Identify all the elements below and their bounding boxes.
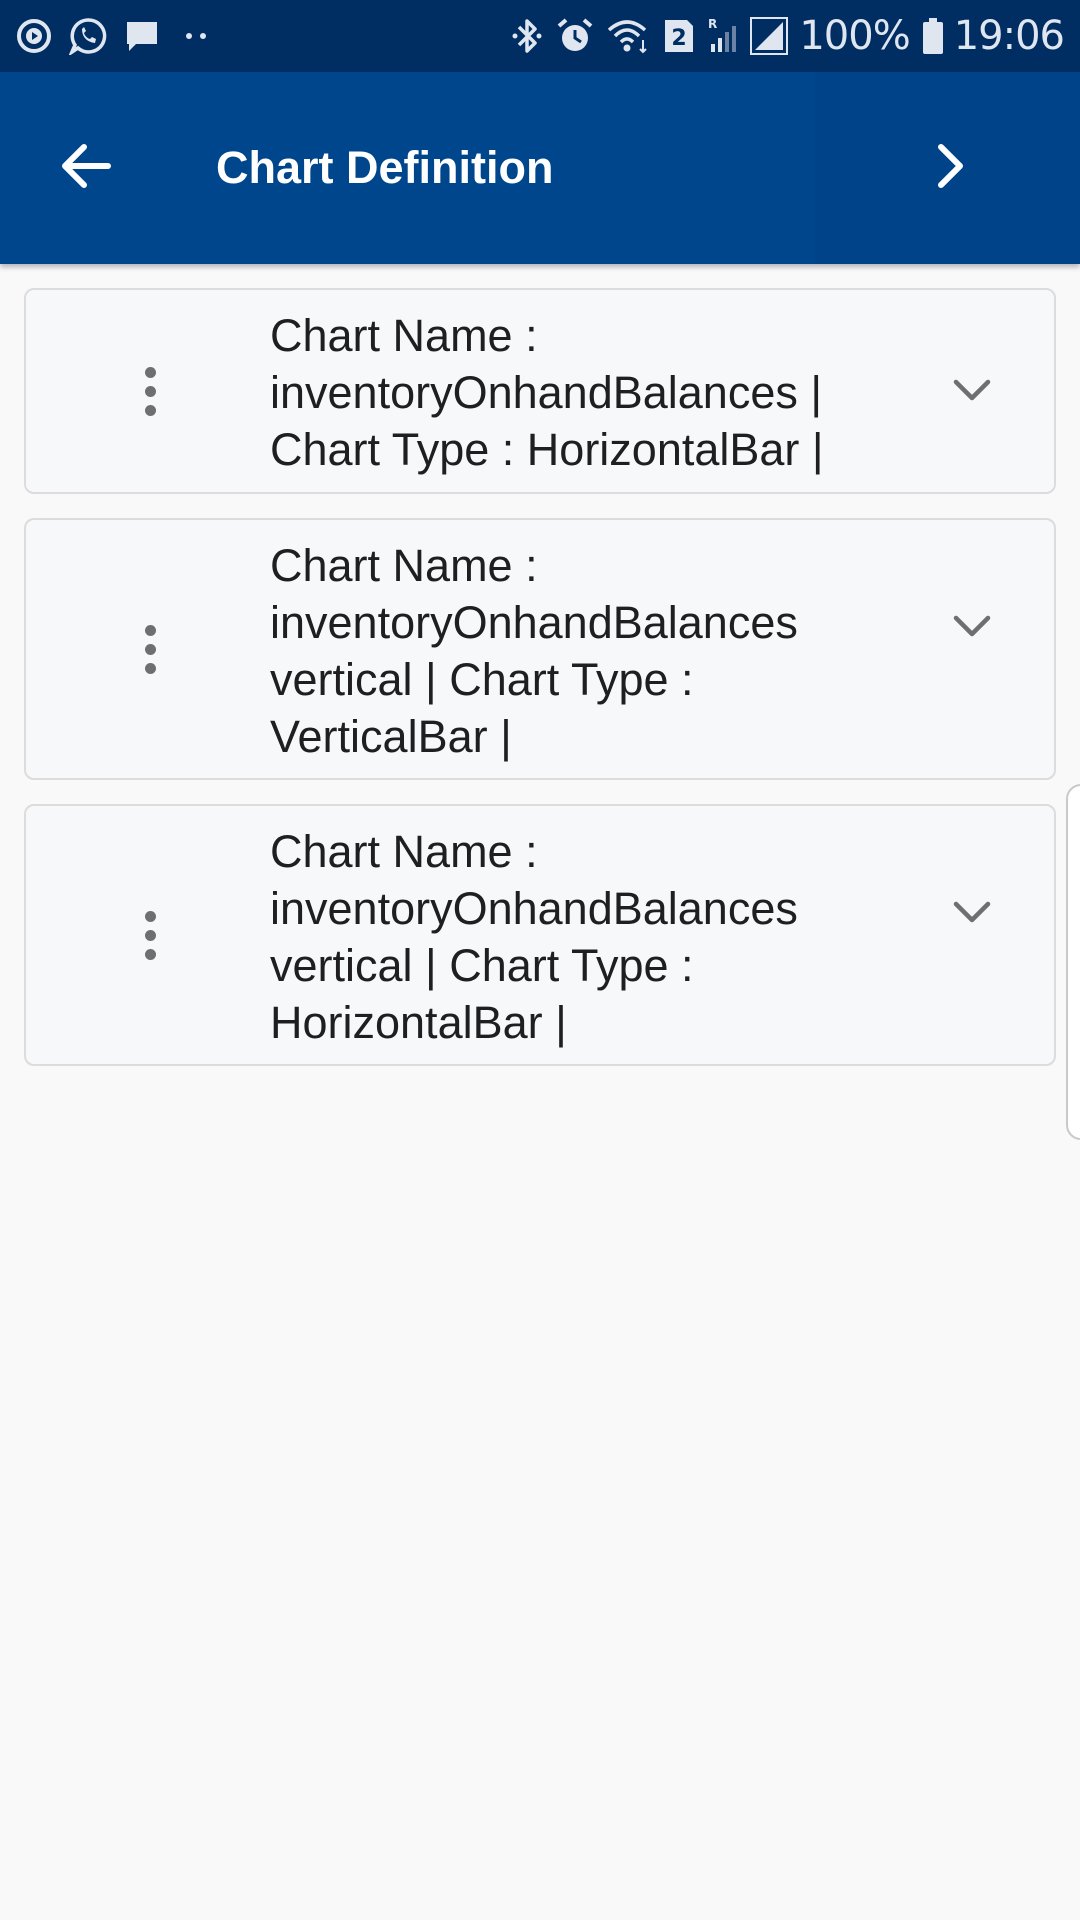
- status-notifications: [14, 14, 230, 58]
- chart-description: Chart Name : inventoryOnhandBalances ver…: [270, 537, 910, 765]
- play-circle-icon: [14, 16, 54, 56]
- sim-label: 2: [672, 26, 687, 51]
- chart-text-line: VerticalBar |: [270, 711, 512, 762]
- page-title: Chart Definition: [216, 142, 554, 193]
- chart-text-line: inventoryOnhandBalances: [270, 597, 798, 648]
- kebab-dot: [144, 929, 156, 941]
- bluetooth-icon: [511, 16, 543, 56]
- message-icon: [122, 16, 162, 56]
- kebab-dot: [144, 404, 156, 416]
- chart-text-line: vertical | Chart Type :: [270, 654, 694, 705]
- chevron-down-icon: [952, 899, 992, 930]
- battery-percent: 100%: [799, 13, 910, 59]
- roaming-label: R: [708, 17, 717, 31]
- chart-list: Chart Name : inventoryOnhandBalances | C…: [24, 288, 1056, 1090]
- more-options-button[interactable]: [124, 609, 176, 689]
- chart-text-line: Chart Name :: [270, 826, 538, 877]
- chart-text-line: Chart Name :: [270, 310, 538, 361]
- whatsapp-icon: [68, 16, 108, 56]
- expand-button[interactable]: [944, 608, 1000, 648]
- chart-description: Chart Name : inventoryOnhandBalances ver…: [270, 823, 910, 1051]
- chart-description: Chart Name : inventoryOnhandBalances | C…: [270, 307, 910, 478]
- edge-panel-handle[interactable]: [1066, 784, 1080, 1140]
- chart-card[interactable]: Chart Name : inventoryOnhandBalances ver…: [24, 804, 1056, 1066]
- kebab-dot: [144, 366, 156, 378]
- app-bar: Chart Definition: [0, 72, 1080, 264]
- kebab-dot: [144, 643, 156, 655]
- battery-icon: [922, 16, 944, 56]
- arrow-left-icon: [60, 142, 112, 195]
- chart-text-line: inventoryOnhandBalances |: [270, 367, 823, 418]
- kebab-dot: [144, 948, 156, 960]
- chart-text-line: vertical | Chart Type :: [270, 940, 694, 991]
- roaming-signal-icon: R: [707, 16, 737, 56]
- chevron-down-icon: [952, 613, 992, 644]
- alarm-icon: [555, 16, 595, 56]
- chart-text-line: Chart Type : HorizontalBar |: [270, 424, 824, 475]
- kebab-dot: [144, 662, 156, 674]
- more-options-button[interactable]: [124, 351, 176, 431]
- kebab-dot: [144, 910, 156, 922]
- chevron-right-icon: [933, 142, 967, 195]
- wifi-icon: [607, 16, 651, 56]
- chart-card[interactable]: Chart Name : inventoryOnhandBalances ver…: [24, 518, 1056, 780]
- more-dots-icon: [176, 16, 216, 56]
- sim-2-icon: 2: [663, 16, 695, 56]
- kebab-dot: [144, 385, 156, 397]
- chart-card[interactable]: Chart Name : inventoryOnhandBalances | C…: [24, 288, 1056, 494]
- kebab-dot: [144, 624, 156, 636]
- expand-button[interactable]: [944, 894, 1000, 934]
- chart-text-line: inventoryOnhandBalances: [270, 883, 798, 934]
- signal-icon: [749, 16, 789, 56]
- more-options-button[interactable]: [124, 895, 176, 975]
- next-button[interactable]: [912, 130, 988, 206]
- status-bar: 2 R 100% 19:06: [0, 0, 1080, 72]
- expand-button[interactable]: [944, 372, 1000, 412]
- chart-text-line: HorizontalBar |: [270, 997, 567, 1048]
- chevron-down-icon: [952, 377, 992, 408]
- back-button[interactable]: [48, 130, 124, 206]
- chart-text-line: Chart Name :: [270, 540, 538, 591]
- status-system: 2 R 100% 19:06: [499, 12, 1065, 60]
- clock: 19:06: [953, 13, 1065, 59]
